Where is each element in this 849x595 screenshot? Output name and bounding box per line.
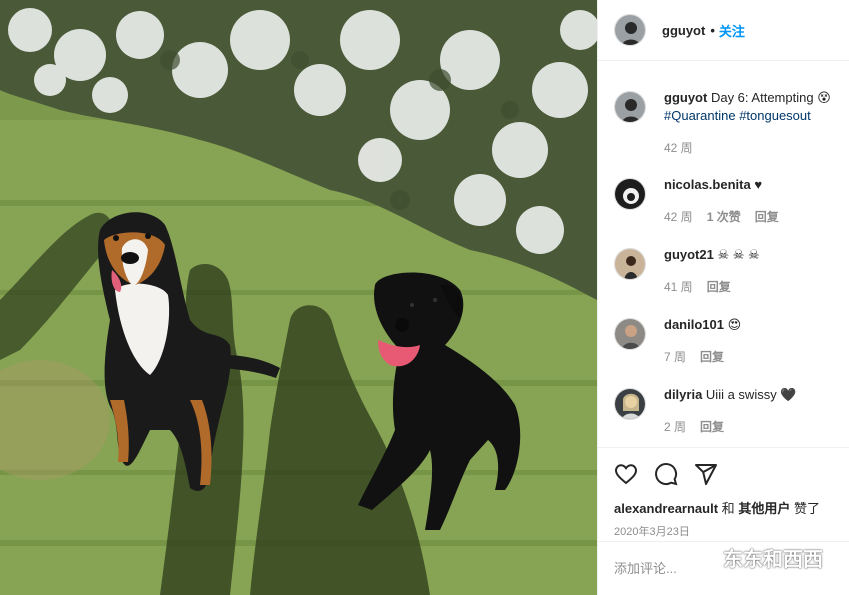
dogs-photo [0,0,597,595]
comment-age[interactable]: 7 周 [664,348,686,366]
comment-text: 😍 [727,317,742,332]
heart-icon[interactable] [614,462,638,486]
comment-likes[interactable]: 1 次赞 [707,208,741,226]
likes-user[interactable]: alexandrearnault [614,501,718,516]
comment-item: nicolas.benita ♥ 42 周 1 次赞 回复 [614,176,845,226]
comment-item: dilyria Uiii a swissy 🖤 2 周 回复 [614,386,845,436]
follow-button[interactable]: 关注 [719,21,745,40]
post-actions: alexandrearnault 和 其他用户 赞了 2020年3月23日 [598,447,849,539]
avatar[interactable] [614,388,646,420]
avatar-image [615,389,645,419]
caption: gguyot Day 6: Attempting 😵 #Quarantine #… [614,89,845,157]
comment-age[interactable]: 42 周 [664,208,693,226]
avatar-image [615,92,645,122]
hashtag-link[interactable]: #Quarantine [664,108,736,123]
avatar[interactable] [614,91,646,123]
likes-summary: alexandrearnault 和 其他用户 赞了 [614,498,833,517]
watermark-text: 东东和西西 [723,549,823,571]
comment-age[interactable]: 41 周 [664,278,693,296]
comment-text: Uiii a swissy [705,387,777,402]
likes-others[interactable]: 其他用户 [738,501,790,516]
reply-button[interactable]: 回复 [755,208,779,226]
post-photo[interactable] [0,0,597,595]
comment-age[interactable]: 2 周 [664,418,686,436]
avatar-image [615,319,645,349]
comments-list[interactable]: gguyot Day 6: Attempting 😵 #Quarantine #… [598,62,849,447]
comment-username[interactable]: guyot21 [664,247,714,262]
separator-dot: • [710,22,715,38]
avatar-image [615,249,645,279]
comment-text: ♥ [754,177,763,192]
post-username[interactable]: gguyot [662,23,705,38]
caption-username[interactable]: gguyot [664,90,707,105]
wechat-icon [687,545,717,571]
reply-button[interactable]: 回复 [700,348,724,366]
hashtag-link[interactable]: #tonguesout [739,108,811,123]
comment-username[interactable]: danilo101 [664,317,724,332]
avatar[interactable] [614,14,646,46]
post-sidebar: gguyot • 关注 gguyot Day 6: Attempting 😵 #… [597,0,849,595]
likes-and: 和 [721,501,735,516]
avatar[interactable] [614,178,646,210]
comment-username[interactable]: dilyria [664,387,702,402]
avatar-image [615,179,645,209]
caption-emoji: 😵 [817,90,831,105]
post-date[interactable]: 2020年3月23日 [614,523,833,539]
share-icon[interactable] [694,462,718,486]
comment-icon[interactable] [654,462,678,486]
post-header: gguyot • 关注 [598,0,849,61]
avatar[interactable] [614,318,646,350]
comment-username[interactable]: nicolas.benita [664,177,751,192]
comment-emoji: 🖤 [780,387,797,402]
comment-item: guyot21 ☠ ☠ ☠ 41 周 回复 [614,246,845,296]
caption-text: Day 6: Attempting [710,90,814,105]
caption-age[interactable]: 42 周 [664,139,693,157]
reply-button[interactable]: 回复 [707,278,731,296]
likes-suffix: 赞了 [793,501,820,516]
reply-button[interactable]: 回复 [700,418,724,436]
watermark: 东东和西西 [687,543,823,572]
avatar-image [615,15,645,45]
avatar[interactable] [614,248,646,280]
comment-item: danilo101 😍 7 周 回复 [614,316,845,366]
comment-input[interactable] [614,561,694,576]
comment-text: ☠ ☠ ☠ [717,247,760,262]
